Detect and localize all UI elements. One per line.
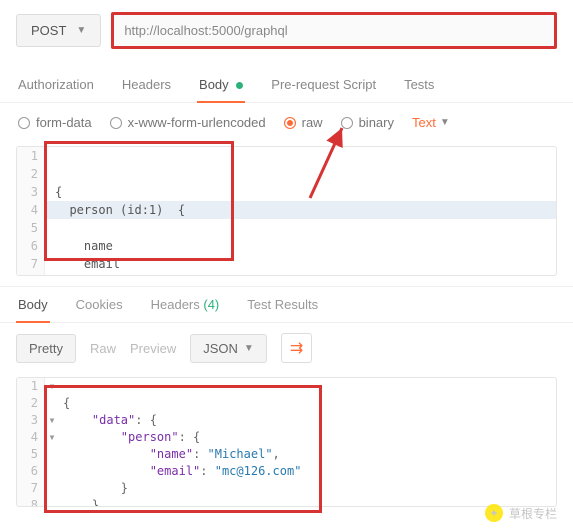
format-label: JSON (203, 341, 238, 356)
resp-tab-tests[interactable]: Test Results (245, 287, 320, 322)
chevron-down-icon: ▼ (76, 25, 86, 36)
radio-urlencoded[interactable]: x-www-form-urlencoded (110, 115, 266, 130)
code-line: email (55, 257, 120, 271)
response-tabs: Body Cookies Headers (4) Test Results (0, 286, 573, 323)
code-line: "name": "Michael", (63, 447, 280, 461)
radio-label: form-data (36, 115, 92, 130)
request-body-editor[interactable]: 1234567 { person (id:1) { name email } } (16, 146, 557, 276)
code-area[interactable]: { person (id:1) { name email } } (45, 147, 556, 276)
modified-dot-icon (236, 82, 243, 89)
request-tabs: Authorization Headers Body Pre-request S… (0, 67, 573, 103)
radio-label: raw (302, 115, 323, 130)
code-line: "data": { (63, 413, 157, 427)
code-line: name (55, 239, 113, 253)
watermark: ✦ 草根专栏 (485, 504, 557, 522)
tab-authorization[interactable]: Authorization (16, 67, 96, 102)
body-type-options: form-data x-www-form-urlencoded raw bina… (0, 103, 573, 142)
code-line: { (55, 185, 62, 199)
code-line: { (63, 396, 70, 410)
method-dropdown[interactable]: POST ▼ (16, 14, 101, 47)
radio-form-data[interactable]: form-data (18, 115, 92, 130)
radio-icon (110, 117, 122, 129)
response-controls: Pretty Raw Preview JSON ▼ ⇉ (0, 323, 573, 373)
radio-icon (284, 117, 296, 129)
code-line: "email": "mc@126.com" (63, 464, 301, 478)
chevron-down-icon: ▼ (440, 117, 450, 128)
headers-count: (4) (203, 297, 219, 312)
content-type-dropdown[interactable]: Text ▼ (412, 115, 450, 130)
radio-raw[interactable]: raw (284, 115, 323, 130)
resp-tab-headers[interactable]: Headers (4) (149, 287, 222, 322)
resp-tab-body[interactable]: Body (16, 287, 50, 322)
code-line: "person": { (63, 430, 200, 444)
code-line: } (55, 275, 77, 276)
resp-tab-cookies[interactable]: Cookies (74, 287, 125, 322)
url-input[interactable] (111, 12, 557, 49)
wechat-icon: ✦ (485, 504, 503, 522)
response-body-editor[interactable]: 12345678 ▾▾▾ { "data": { "person": { "na… (16, 377, 557, 507)
tab-body-label: Body (199, 77, 229, 92)
raw-button[interactable]: Raw (90, 341, 116, 356)
code-line: person (id:1) { (45, 201, 556, 219)
radio-label: binary (359, 115, 394, 130)
request-bar: POST ▼ (0, 0, 573, 61)
tab-body[interactable]: Body (197, 67, 245, 102)
tab-pre-request[interactable]: Pre-request Script (269, 67, 378, 102)
tab-headers[interactable]: Headers (120, 67, 173, 102)
wrap-lines-icon[interactable]: ⇉ (281, 333, 312, 363)
code-area[interactable]: { "data": { "person": { "name": "Michael… (59, 378, 556, 507)
radio-binary[interactable]: binary (341, 115, 394, 130)
watermark-text: 草根专栏 (509, 505, 557, 522)
radio-icon (18, 117, 30, 129)
resp-tab-label: Headers (151, 297, 200, 312)
chevron-down-icon: ▼ (244, 343, 254, 354)
radio-icon (341, 117, 353, 129)
code-line: } (63, 498, 99, 507)
code-line: } (63, 481, 128, 495)
format-dropdown[interactable]: JSON ▼ (190, 334, 267, 363)
fold-gutter[interactable]: ▾▾▾ (45, 378, 59, 507)
method-label: POST (31, 23, 66, 38)
radio-label: x-www-form-urlencoded (128, 115, 266, 130)
tab-tests[interactable]: Tests (402, 67, 436, 102)
pretty-button[interactable]: Pretty (16, 334, 76, 363)
content-type-label: Text (412, 115, 436, 130)
line-gutter: 12345678 (17, 378, 45, 507)
line-gutter: 1234567 (17, 147, 45, 276)
preview-button[interactable]: Preview (130, 341, 176, 356)
